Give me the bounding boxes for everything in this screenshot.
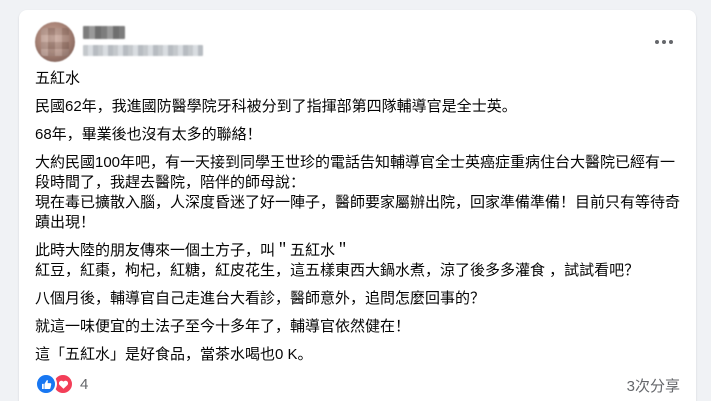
- share-count[interactable]: 3次分享: [627, 375, 680, 396]
- avatar[interactable]: [35, 22, 75, 62]
- post-meta-blurred: [83, 45, 203, 56]
- post-paragraph: 這「五紅水」是好食品，當茶水喝也0 K。: [35, 346, 313, 363]
- like-icon: [35, 373, 57, 395]
- post-paragraph: 八個月後，輔導官自己走進台大看診，醫師意外，追問怎麼回事的？: [35, 290, 486, 307]
- post-footer: 4 3次分享: [35, 370, 680, 396]
- post-card: 五紅水 民國62年，我進國防醫學院牙科被分到了指揮部第四隊輔導官是全士英。 68…: [19, 10, 696, 401]
- more-horizontal-icon: [655, 40, 673, 44]
- post-paragraph: 此時大陸的朋友傳來一個土方子，叫＂五紅水＂ 紅豆，紅棗，枸杞，紅糖，紅皮花生，這…: [35, 242, 640, 279]
- more-options-button[interactable]: [646, 24, 682, 60]
- post-paragraph: 五紅水: [35, 70, 81, 87]
- post-header: [19, 10, 696, 68]
- reactions-summary[interactable]: 4: [35, 373, 88, 395]
- post-paragraph: 就這一味便宜的土法子至今十多年了，輔導官依然健在！: [35, 318, 411, 335]
- post-text: 五紅水 民國62年，我進國防醫學院牙科被分到了指揮部第四隊輔導官是全士英。 68…: [35, 69, 685, 373]
- reaction-count: 4: [80, 375, 89, 393]
- post-paragraph: 民國62年，我進國防醫學院牙科被分到了指揮部第四隊輔導官是全士英。: [35, 98, 517, 115]
- author-name-blurred[interactable]: [83, 26, 125, 39]
- post-paragraph: 大約民國100年吧，有一天接到同學王世珍的電話告知輔導官全士英癌症重病住台大醫院…: [35, 154, 681, 231]
- post-paragraph: 68年，畢業後也沒有太多的聯絡！: [35, 126, 262, 143]
